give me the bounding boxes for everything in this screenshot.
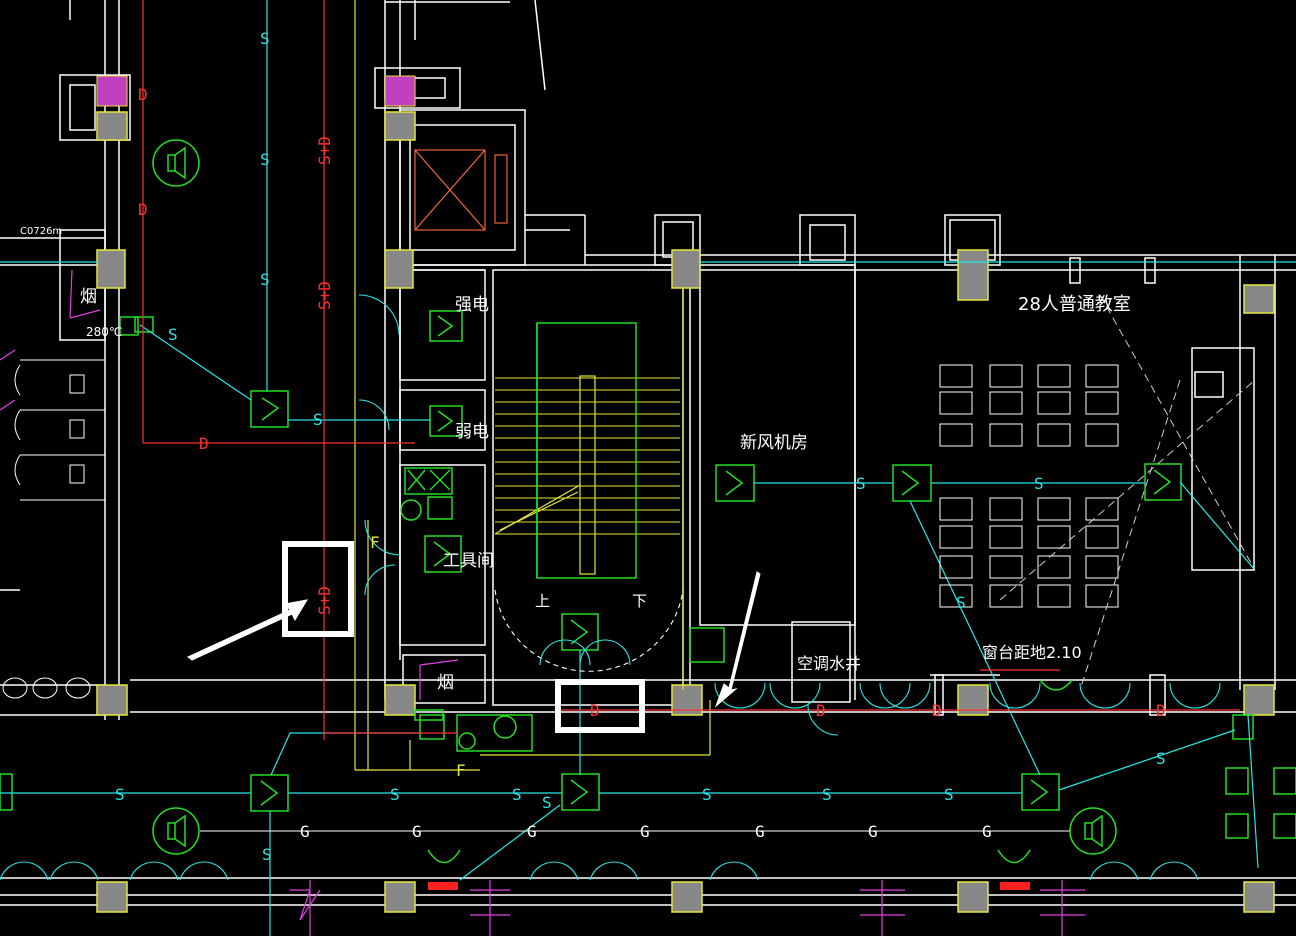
marker-s: S xyxy=(260,150,270,169)
marker-d-highlighted: D xyxy=(590,701,600,720)
marker-s-plus-d: S+D xyxy=(315,136,334,165)
marker-s: S xyxy=(1034,474,1044,493)
label-tool-room: 工具间 xyxy=(443,551,494,571)
marker-s: S xyxy=(542,793,552,812)
marker-s: S xyxy=(956,593,966,612)
label-stair-down: 下 xyxy=(632,592,647,610)
label-weak-current: 弱电 xyxy=(455,422,489,442)
marker-s-plus-d: S+D xyxy=(315,281,334,310)
label-smoke-shaft-left: 烟 xyxy=(80,287,97,307)
marker-f: F xyxy=(456,761,466,780)
marker-s: S xyxy=(1156,749,1166,768)
marker-s-plus-d-highlighted: S+D xyxy=(315,586,334,615)
marker-d: D xyxy=(1156,701,1166,720)
marker-s: S xyxy=(168,325,178,344)
marker-d: D xyxy=(138,85,148,104)
label-top-left-note: C0726m xyxy=(20,226,62,237)
marker-s: S xyxy=(260,270,270,289)
label-ac-water-shaft: 空调水井 xyxy=(797,654,861,673)
marker-s: S xyxy=(390,785,400,804)
marker-s: S xyxy=(944,785,954,804)
marker-s: S xyxy=(115,785,125,804)
marker-s: S xyxy=(260,29,270,48)
label-stair-up: 上 xyxy=(535,592,550,610)
label-damper-temp: 280℃ xyxy=(86,325,122,339)
label-fresh-air-room: 新风机房 xyxy=(740,433,808,453)
marker-f: F xyxy=(370,533,380,552)
label-classroom: 28人普通教室 xyxy=(1018,294,1131,315)
marker-d: D xyxy=(932,701,942,720)
marker-s: S xyxy=(856,474,866,493)
marker-s: S xyxy=(262,845,272,864)
label-strong-current: 强电 xyxy=(455,295,489,315)
marker-d: D xyxy=(816,701,826,720)
canvas-background xyxy=(0,0,1296,936)
label-smoke-shaft: 烟 xyxy=(437,673,454,693)
marker-d: D xyxy=(138,200,148,219)
marker-d: D xyxy=(199,434,209,453)
label-window-sill: 窗台距地2.10 xyxy=(982,643,1082,662)
marker-s: S xyxy=(702,785,712,804)
marker-s: S xyxy=(313,410,323,429)
cad-floor-plan-canvas: S S S S S S S S S S S S S S S S S S+D S+… xyxy=(0,0,1296,936)
marker-s: S xyxy=(512,785,522,804)
marker-s: S xyxy=(822,785,832,804)
